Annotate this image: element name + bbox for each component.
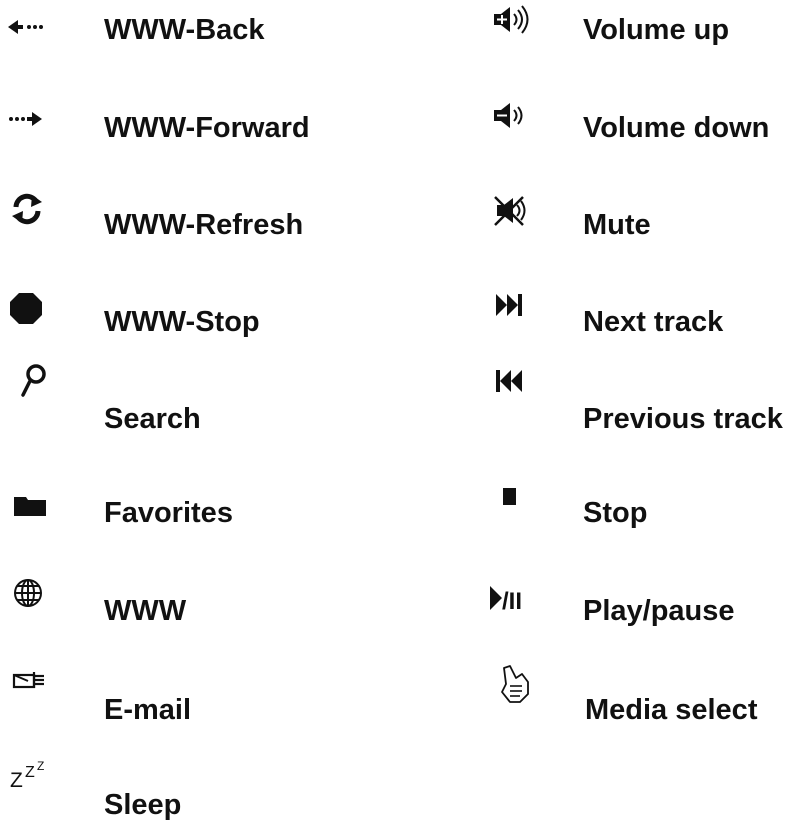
- previous-track-icon: [492, 366, 540, 402]
- sleep-glyph-z2: Z: [25, 764, 35, 781]
- search-label: Search: [104, 403, 201, 435]
- stop-label: Stop: [583, 497, 648, 529]
- www-stop-icon: [8, 290, 56, 326]
- sleep-icon: Z Z Z: [10, 756, 58, 792]
- media-select-icon: [496, 664, 544, 703]
- search-icon: [20, 362, 68, 398]
- www-stop-label: WWW-Stop: [104, 306, 260, 338]
- www-back-label: WWW-Back: [104, 14, 265, 46]
- mute-label: Mute: [583, 209, 651, 241]
- stop-icon: [492, 484, 540, 520]
- www-refresh-icon: [8, 192, 56, 228]
- play-pause-icon: /II: [488, 580, 536, 616]
- volume-up-icon: [492, 4, 540, 40]
- www-globe-icon: [12, 576, 60, 612]
- www-label: WWW: [104, 595, 187, 627]
- sleep-glyph-z3: Z: [37, 759, 44, 773]
- favorites-folder-icon: [12, 494, 60, 530]
- favorites-label: Favorites: [104, 497, 233, 529]
- next-track-label: Next track: [583, 306, 724, 338]
- www-forward-icon: [8, 104, 56, 140]
- next-track-icon: [492, 290, 540, 326]
- mute-icon: [492, 194, 540, 230]
- volume-down-icon: [492, 100, 540, 136]
- email-label: E-mail: [104, 694, 192, 726]
- volume-down-label: Volume down: [583, 112, 770, 144]
- play-pause-glyph: /II: [502, 588, 522, 615]
- www-refresh-label: WWW-Refresh: [104, 209, 304, 241]
- www-back-icon: [8, 12, 56, 48]
- media-select-label: Media select: [585, 694, 758, 726]
- email-icon: [12, 668, 60, 704]
- volume-up-label: Volume up: [583, 14, 730, 46]
- sleep-glyph-z1: Z: [10, 769, 23, 792]
- previous-track-label: Previous track: [583, 403, 783, 435]
- www-forward-label: WWW-Forward: [104, 112, 310, 144]
- play-pause-label: Play/pause: [583, 595, 735, 627]
